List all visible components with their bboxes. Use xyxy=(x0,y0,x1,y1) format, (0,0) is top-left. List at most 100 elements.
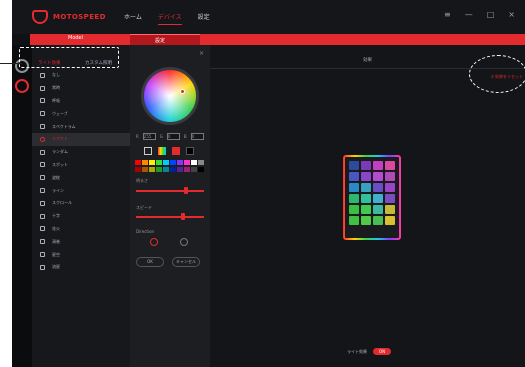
color-wheel[interactable] xyxy=(141,67,199,125)
color-picker-handle[interactable] xyxy=(180,89,185,94)
effect-item-icon xyxy=(40,136,45,142)
keypad-keys xyxy=(349,161,395,225)
keypad-key[interactable] xyxy=(373,161,383,170)
color-swatch[interactable] xyxy=(142,166,148,172)
mouse-device-icon[interactable] xyxy=(15,79,29,93)
color-swatch[interactable] xyxy=(198,166,204,172)
keypad-key[interactable] xyxy=(361,205,371,214)
keypad-key[interactable] xyxy=(361,216,371,225)
speed-handle[interactable] xyxy=(180,213,185,220)
color-swatch[interactable] xyxy=(135,166,141,172)
keypad-key[interactable] xyxy=(373,172,383,181)
effect-item[interactable]: スペクトラム xyxy=(32,120,130,133)
direction-right-option[interactable] xyxy=(180,238,188,246)
color-swatch[interactable] xyxy=(163,166,169,172)
keypad-key[interactable] xyxy=(349,216,359,225)
close-icon[interactable]: × xyxy=(508,10,515,19)
keypad-key[interactable] xyxy=(373,183,383,192)
keypad-key[interactable] xyxy=(349,205,359,214)
g-label: G xyxy=(159,134,163,139)
keypad-key[interactable] xyxy=(373,194,383,203)
current-color-swatch xyxy=(172,147,180,155)
keypad-key[interactable] xyxy=(349,183,359,192)
effect-item[interactable]: 渦巻 xyxy=(32,235,130,248)
brightness-label: 明るさ xyxy=(136,178,148,183)
swatch-grid xyxy=(135,160,205,172)
b-input[interactable]: 0 xyxy=(190,133,204,140)
effect-item[interactable]: 星空 xyxy=(32,248,130,261)
effect-item[interactable]: ウェーブ xyxy=(32,107,130,120)
color-swatch[interactable] xyxy=(156,160,162,165)
speed-slider[interactable] xyxy=(136,213,204,220)
color-swatch[interactable] xyxy=(184,166,190,172)
keypad-key[interactable] xyxy=(385,194,395,203)
color-swatch[interactable] xyxy=(170,166,176,172)
keypad-key[interactable] xyxy=(349,172,359,181)
keypad-key[interactable] xyxy=(385,172,395,181)
eyedropper-icon[interactable] xyxy=(144,147,152,155)
keypad-key[interactable] xyxy=(349,194,359,203)
tab-settings[interactable]: 設定 xyxy=(130,34,200,45)
effect-item[interactable]: 花火 xyxy=(32,223,130,236)
color-swatch[interactable] xyxy=(177,160,183,165)
ok-button[interactable]: OK xyxy=(136,257,164,267)
effect-item[interactable]: 呼吸 xyxy=(32,95,130,108)
effect-list: なし常時呼吸 ウェーブ スペクトラム リアクト ランダム スポット波紋ライン スクロール 十字… xyxy=(32,69,130,274)
nav-home[interactable]: ホーム xyxy=(124,12,142,25)
effect-item[interactable]: 波紋 xyxy=(32,171,130,184)
color-swatch[interactable] xyxy=(170,160,176,165)
effect-item[interactable]: 常時 xyxy=(32,82,130,95)
minimize-icon[interactable]: — xyxy=(465,10,473,19)
rainbow-icon[interactable] xyxy=(158,147,166,155)
direction-left-option[interactable] xyxy=(150,238,158,246)
keypad-key[interactable] xyxy=(349,161,359,170)
g-input[interactable]: 0 xyxy=(166,133,180,140)
keypad-key[interactable] xyxy=(385,183,395,192)
maximize-icon[interactable]: □ xyxy=(487,10,495,19)
color-swatch[interactable] xyxy=(184,160,190,165)
effect-item[interactable]: ランダム xyxy=(32,146,130,159)
effect-item-label: 流星 xyxy=(52,264,60,270)
color-swatch[interactable] xyxy=(142,160,148,165)
color-swatch[interactable] xyxy=(149,166,155,172)
keypad-key[interactable] xyxy=(385,161,395,170)
color-swatch[interactable] xyxy=(191,160,197,165)
effect-item[interactable]: 十字 xyxy=(32,210,130,223)
effect-item[interactable]: スクロール xyxy=(32,197,130,210)
effect-item[interactable]: ライン xyxy=(32,184,130,197)
effect-item-label: 波紋 xyxy=(52,174,60,180)
color-swatch[interactable] xyxy=(177,166,183,172)
color-swatch[interactable] xyxy=(198,160,204,165)
keypad-key[interactable] xyxy=(361,183,371,192)
cancel-button[interactable]: キャンセル xyxy=(172,257,200,267)
effect-item[interactable]: なし xyxy=(32,69,130,82)
effect-item[interactable]: スポット xyxy=(32,159,130,172)
effect-item[interactable]: 流星 xyxy=(32,261,130,274)
keypad-key[interactable] xyxy=(361,194,371,203)
keypad-key[interactable] xyxy=(373,216,383,225)
keypad-key[interactable] xyxy=(361,161,371,170)
keypad-key[interactable] xyxy=(385,216,395,225)
panel-close-icon[interactable]: × xyxy=(199,50,204,57)
color-swatch[interactable] xyxy=(163,160,169,165)
nav-device[interactable]: デバイス xyxy=(157,12,182,25)
brightness-handle[interactable] xyxy=(184,187,188,194)
color-swatch[interactable] xyxy=(149,160,155,165)
nav-settings[interactable]: 設定 xyxy=(198,12,210,25)
brand-logo: MOTOSPEED xyxy=(32,9,106,25)
main-nav: ホーム デバイス 設定 xyxy=(124,12,210,25)
preview-area: 効果 ↺ 効果をリセット ライト効果 ON xyxy=(210,45,525,367)
light-toggle[interactable]: ON xyxy=(373,348,391,355)
color-swatch[interactable] xyxy=(191,166,197,172)
black-color-swatch[interactable] xyxy=(186,147,194,155)
color-swatch[interactable] xyxy=(135,160,141,165)
r-input[interactable]: 255 xyxy=(142,133,156,140)
effect-item[interactable]: リアクト xyxy=(32,132,130,146)
keypad-key[interactable] xyxy=(361,172,371,181)
keypad-key[interactable] xyxy=(385,205,395,214)
menu-icon[interactable]: ≡ xyxy=(444,10,451,19)
effect-item-label: 常時 xyxy=(52,85,60,91)
keypad-key[interactable] xyxy=(373,205,383,214)
brightness-slider[interactable] xyxy=(136,187,204,194)
color-swatch[interactable] xyxy=(156,166,162,172)
